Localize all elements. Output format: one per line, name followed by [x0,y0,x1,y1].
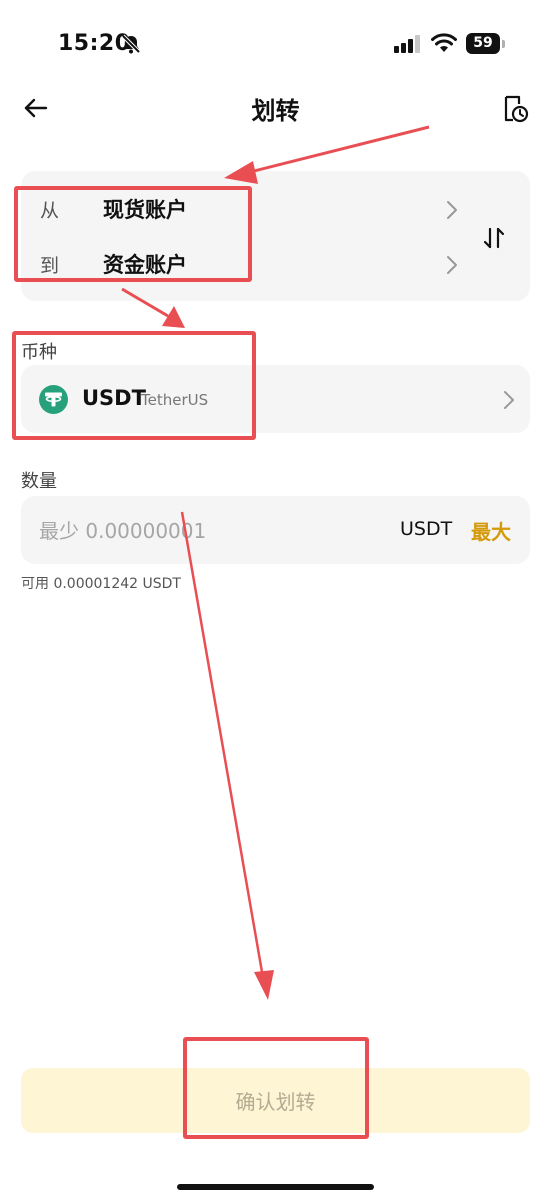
coin-symbol: USDT [82,386,146,410]
to-account-name: 资金账户 [103,253,187,277]
amount-unit: USDT [400,518,453,540]
from-prefix: 从 [40,200,60,222]
document-clock-icon[interactable] [500,94,530,124]
wifi-icon [431,33,457,52]
usdt-logo-icon [39,385,68,414]
available-balance: 可用 0.00001242 USDT [21,576,181,592]
coin-selector[interactable]: USDT TetherUS [21,365,530,433]
amount-label: 数量 [21,471,57,492]
amount-input[interactable] [37,513,381,549]
page-title: 划转 [251,97,300,125]
chevron-right-icon [504,391,514,409]
chevron-right-icon [447,201,457,219]
chevron-right-icon [447,256,457,274]
battery-icon: 59 [466,33,500,54]
swap-vertical-icon[interactable] [480,224,508,252]
max-button[interactable]: 最大 [471,516,511,545]
transfer-accounts-card: 从 现货账户 到 资金账户 [21,171,530,301]
to-prefix: 到 [40,255,60,277]
transfer-page: 15:20 59 划转 从 现货账户 到 资金账户 币种 USDT Tether… [0,0,551,1200]
battery-tip [502,40,505,48]
confirm-transfer-button[interactable]: 确认划转 [21,1068,530,1133]
signal-icon [394,35,420,53]
coin-full-name: TetherUS [141,391,209,409]
amount-field-container: USDT 最大 [21,496,530,564]
status-bar: 15:20 59 [0,0,551,90]
home-indicator [177,1184,374,1190]
bell-muted-icon [121,34,141,54]
to-account-selector[interactable]: 到 资金账户 [21,239,481,289]
annotation-arrow-confirm [180,511,274,1000]
from-account-name: 现货账户 [103,198,187,222]
coin-label: 币种 [21,342,57,363]
from-account-selector[interactable]: 从 现货账户 [21,184,481,234]
